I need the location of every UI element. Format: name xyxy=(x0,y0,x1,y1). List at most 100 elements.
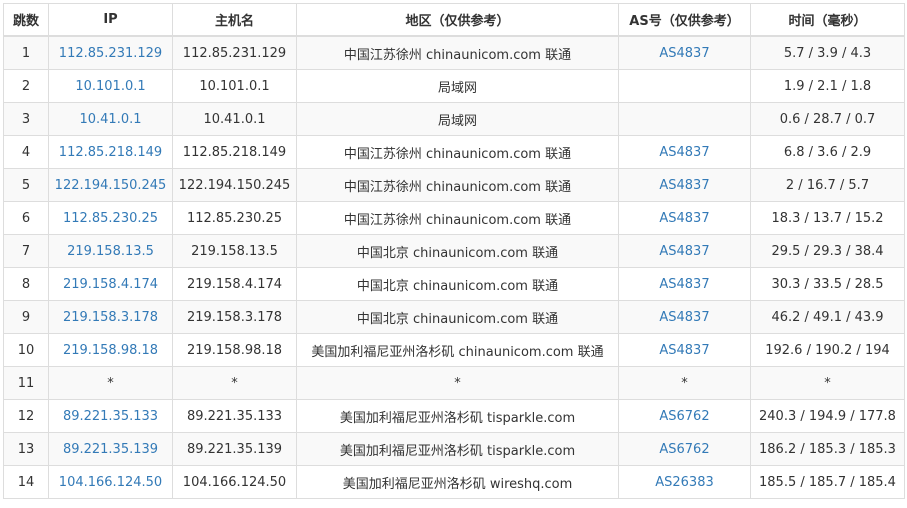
region-cell: 美国加利福尼亚州洛杉矶 chinaunicom.com 联通 xyxy=(311,344,604,360)
hop-cell: 6 xyxy=(21,210,31,226)
hostname-cell: * xyxy=(231,375,238,391)
table-header-row: 跳数 IP 主机名 地区（仅供参考） AS号（仅供参考） 时间（毫秒） xyxy=(3,3,905,37)
ip-link[interactable]: 10.41.0.1 xyxy=(79,112,141,127)
asn-link[interactable]: AS4837 xyxy=(659,145,709,160)
hostname-cell: 112.85.231.129 xyxy=(182,45,287,61)
table-cell-asn: AS6762 xyxy=(618,432,751,466)
table-cell-ip: 112.85.231.129 xyxy=(48,35,173,70)
asn-link: * xyxy=(681,375,688,391)
table-cell-region: 中国江苏徐州 chinaunicom.com 联通 xyxy=(296,201,619,235)
table-row: 7 219.158.13.5 219.158.13.5 中国北京 chinaunico… xyxy=(3,234,905,268)
column-header-hostname: 主机名 xyxy=(172,3,297,37)
hostname-cell: 219.158.3.178 xyxy=(186,309,283,325)
ip-link[interactable]: 89.221.35.133 xyxy=(63,409,158,424)
asn-link[interactable]: AS4837 xyxy=(659,211,709,226)
time-cell: 6.8 / 3.6 / 2.9 xyxy=(783,144,872,160)
table-cell-asn: AS4837 xyxy=(618,201,751,235)
asn-link[interactable]: AS4837 xyxy=(659,46,709,61)
hostname-cell: 10.41.0.1 xyxy=(203,111,266,127)
asn-link[interactable]: AS4837 xyxy=(659,244,709,259)
table-cell-host: * xyxy=(172,366,297,400)
table-cell-hop: 11 xyxy=(3,366,49,400)
column-header-ip: IP xyxy=(48,3,173,37)
ip-link[interactable]: 219.158.13.5 xyxy=(67,244,154,259)
table-cell-hop: 10 xyxy=(3,333,49,367)
ip-link[interactable]: 104.166.124.50 xyxy=(59,475,162,490)
table-cell-host: 10.41.0.1 xyxy=(172,102,297,136)
table-cell-hop: 9 xyxy=(3,300,49,334)
hop-cell: 9 xyxy=(21,309,31,325)
table-row: 13 89.221.35.139 89.221.35.139 美国加利福尼亚州洛杉矶 … xyxy=(3,432,905,466)
table-cell-region: 美国加利福尼亚州洛杉矶 tisparkle.com xyxy=(296,399,619,433)
time-cell: 29.5 / 29.3 / 38.4 xyxy=(771,243,884,259)
ip-link[interactable]: 219.158.3.178 xyxy=(63,310,158,325)
hostname-cell: 89.221.35.139 xyxy=(186,441,283,457)
table-cell-time: 6.8 / 3.6 / 2.9 xyxy=(750,135,905,169)
time-cell: 186.2 / 185.3 / 185.3 xyxy=(759,441,896,457)
table-cell-region: * xyxy=(296,366,619,400)
asn-link[interactable]: AS4837 xyxy=(659,178,709,193)
hop-cell: 8 xyxy=(21,276,31,292)
table-cell-time: 240.3 / 194.9 / 177.8 xyxy=(750,399,905,433)
region-cell: 中国北京 chinaunicom.com 联通 xyxy=(356,278,559,294)
hop-cell: 11 xyxy=(17,375,35,391)
hostname-cell: 219.158.4.174 xyxy=(186,276,283,292)
hop-cell: 10 xyxy=(17,342,35,358)
table-cell-asn: AS4837 xyxy=(618,234,751,268)
asn-link[interactable]: AS4837 xyxy=(659,310,709,325)
table-cell-asn: AS4837 xyxy=(618,300,751,334)
asn-link[interactable]: AS4837 xyxy=(659,343,709,358)
table-row: 10 219.158.98.18 219.158.98.18 美国加利福尼亚州洛杉矶 … xyxy=(3,333,905,367)
ip-link: * xyxy=(107,375,114,391)
asn-link[interactable]: AS6762 xyxy=(659,409,709,424)
table-cell-region: 美国加利福尼亚州洛杉矶 tisparkle.com xyxy=(296,432,619,466)
table-row: 11 * * * * * xyxy=(3,366,905,400)
time-cell: 46.2 / 49.1 / 43.9 xyxy=(771,309,884,325)
ip-link[interactable]: 219.158.4.174 xyxy=(63,277,158,292)
table-cell-region: 中国北京 chinaunicom.com 联通 xyxy=(296,300,619,334)
hostname-cell: 112.85.230.25 xyxy=(186,210,283,226)
table-cell-asn: AS4837 xyxy=(618,35,751,70)
ip-link[interactable]: 122.194.150.245 xyxy=(55,178,167,193)
table-row: 4 112.85.218.149 112.85.218.149 中国江苏徐州 chin… xyxy=(3,135,905,169)
table-cell-hop: 8 xyxy=(3,267,49,301)
ip-link[interactable]: 219.158.98.18 xyxy=(63,343,158,358)
region-cell: 美国加利福尼亚州洛杉矶 tisparkle.com xyxy=(339,410,576,426)
table-cell-time: 18.3 / 13.7 / 15.2 xyxy=(750,201,905,235)
hop-cell: 5 xyxy=(21,177,31,193)
table-cell-host: 10.101.0.1 xyxy=(172,69,297,103)
asn-link[interactable]: AS4837 xyxy=(659,277,709,292)
hostname-cell: 104.166.124.50 xyxy=(182,474,287,490)
region-cell: 局域网 xyxy=(437,113,477,129)
hop-cell: 2 xyxy=(21,78,31,94)
ip-link[interactable]: 112.85.218.149 xyxy=(59,145,162,160)
table-cell-region: 美国加利福尼亚州洛杉矶 wireshq.com xyxy=(296,465,619,499)
time-cell: 1.9 / 2.1 / 1.8 xyxy=(783,78,872,94)
time-cell: 0.6 / 28.7 / 0.7 xyxy=(779,111,876,127)
column-header-region: 地区（仅供参考） xyxy=(296,3,619,37)
ip-link[interactable]: 112.85.231.129 xyxy=(59,46,162,61)
hostname-cell: 112.85.218.149 xyxy=(182,144,287,160)
asn-link[interactable]: AS6762 xyxy=(659,442,709,457)
time-cell: 185.5 / 185.7 / 185.4 xyxy=(759,474,896,490)
table-row: 6 112.85.230.25 112.85.230.25 中国江苏徐州 chinau… xyxy=(3,201,905,235)
table-cell-asn: AS4837 xyxy=(618,333,751,367)
time-cell: * xyxy=(824,375,831,391)
ip-link[interactable]: 10.101.0.1 xyxy=(75,79,145,94)
table-cell-ip: 219.158.4.174 xyxy=(48,267,173,301)
ip-link[interactable]: 89.221.35.139 xyxy=(63,442,158,457)
table-cell-region: 中国北京 chinaunicom.com 联通 xyxy=(296,267,619,301)
region-cell: 局域网 xyxy=(437,80,477,96)
column-header-time: 时间（毫秒） xyxy=(750,3,905,37)
table-cell-asn: AS26383 xyxy=(618,465,751,499)
table-cell-region: 中国江苏徐州 chinaunicom.com 联通 xyxy=(296,135,619,169)
asn-link[interactable]: AS26383 xyxy=(655,475,714,490)
ip-link[interactable]: 112.85.230.25 xyxy=(63,211,158,226)
table-cell-region: 中国江苏徐州 chinaunicom.com 联通 xyxy=(296,35,619,70)
table-cell-time: 2 / 16.7 / 5.7 xyxy=(750,168,905,202)
hop-cell: 4 xyxy=(21,144,31,160)
table-cell-time: 0.6 / 28.7 / 0.7 xyxy=(750,102,905,136)
table-cell-region: 局域网 xyxy=(296,69,619,103)
table-cell-time: 5.7 / 3.9 / 4.3 xyxy=(750,35,905,70)
hop-cell: 1 xyxy=(21,45,31,61)
